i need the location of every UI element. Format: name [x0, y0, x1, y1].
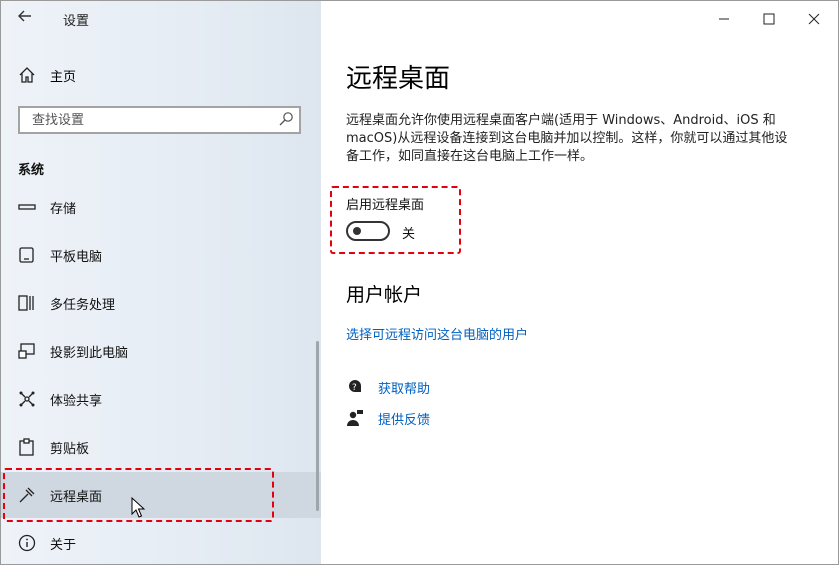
sidebar-item-about[interactable]: 关于 — [1, 520, 321, 564]
give-feedback-link[interactable]: 提供反馈 — [346, 408, 430, 428]
sidebar-item-label: 存储 — [50, 201, 77, 217]
sidebar-item-label: 投影到此电脑 — [50, 345, 129, 361]
clipboard-icon — [19, 438, 34, 456]
maximize-icon — [763, 13, 775, 25]
sidebar-item-tablet[interactable]: 平板电脑 — [1, 232, 321, 278]
sidebar-item-label: 平板电脑 — [50, 249, 103, 265]
close-button[interactable] — [804, 9, 824, 29]
svg-text:?: ? — [352, 383, 357, 393]
minimize-icon — [719, 18, 729, 20]
sidebar-item-clipboard[interactable]: 剪贴板 — [1, 424, 321, 470]
sidebar-item-shared-experiences[interactable]: 体验共享 — [1, 376, 321, 422]
sidebar-item-label: 多任务处理 — [50, 297, 116, 313]
get-help-link[interactable]: ? 获取帮助 — [346, 377, 430, 397]
back-button[interactable] — [17, 8, 33, 28]
search-icon[interactable] — [278, 111, 294, 127]
home-nav-item[interactable]: 主页 — [18, 65, 76, 85]
sidebar-item-project[interactable]: 投影到此电脑 — [1, 328, 321, 374]
minimize-button[interactable] — [714, 9, 734, 29]
sidebar-scrollbar[interactable] — [316, 341, 319, 511]
get-help-label: 获取帮助 — [378, 381, 431, 397]
home-icon — [19, 67, 35, 83]
project-icon — [18, 343, 35, 359]
section-heading-system: 系统 — [18, 163, 45, 178]
multitasking-icon — [18, 295, 34, 311]
highlight-remote-desktop-nav — [3, 468, 274, 522]
sidebar-item-multitasking[interactable]: 多任务处理 — [1, 280, 321, 326]
back-arrow-icon — [18, 10, 31, 22]
help-chat-icon: ? — [349, 380, 361, 393]
search-box[interactable] — [18, 106, 301, 134]
close-icon — [808, 13, 820, 25]
sidebar-item-label: 剪贴板 — [50, 441, 90, 457]
storage-icon — [18, 204, 36, 210]
maximize-button[interactable] — [759, 9, 779, 29]
sidebar-item-storage[interactable]: 存储 — [1, 184, 321, 230]
page-title: 远程桌面 — [346, 64, 451, 94]
select-users-link[interactable]: 选择可远程访问这台电脑的用户 — [346, 324, 528, 343]
give-feedback-label: 提供反馈 — [378, 412, 431, 428]
feedback-icon — [347, 410, 363, 426]
settings-window: 设置 主页 系统 存储 — [0, 0, 839, 565]
app-title: 设置 — [63, 14, 90, 29]
tablet-icon — [19, 247, 34, 263]
sidebar-item-label: 体验共享 — [50, 393, 103, 409]
highlight-toggle — [330, 186, 461, 254]
home-label: 主页 — [50, 69, 77, 85]
accounts-heading: 用户帐户 — [346, 284, 423, 306]
info-icon — [18, 534, 36, 552]
page-description: 远程桌面允许你使用远程桌面客户端(适用于 Windows、Android、iOS… — [346, 113, 788, 164]
share-icon — [19, 391, 35, 407]
sidebar-item-label: 关于 — [50, 537, 77, 553]
search-input[interactable] — [30, 112, 274, 129]
